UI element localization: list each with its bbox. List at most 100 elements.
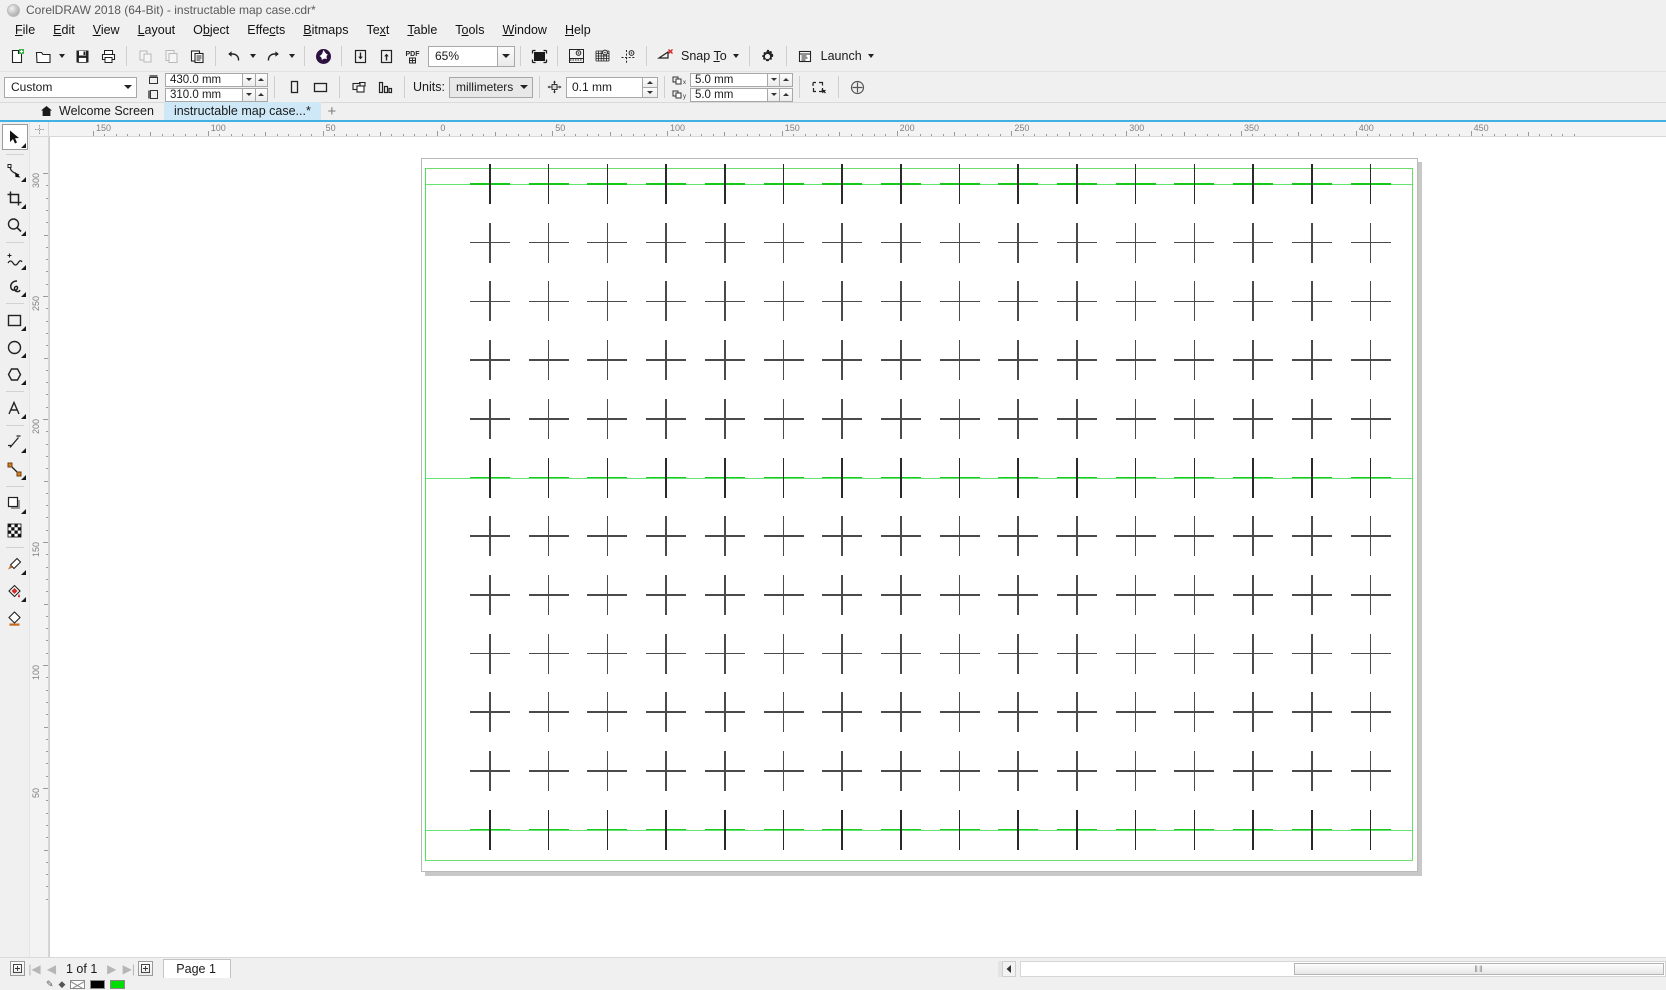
registration-cross[interactable]: [822, 457, 863, 498]
go-to-previous-page-button[interactable]: ◀: [44, 961, 59, 976]
chevron-down-icon[interactable]: [516, 78, 532, 97]
portrait-orientation-button[interactable]: [282, 75, 306, 99]
registration-cross[interactable]: [763, 281, 804, 322]
registration-cross[interactable]: [528, 164, 569, 204]
scroll-left-button[interactable]: [1002, 960, 1016, 977]
registration-cross[interactable]: [763, 457, 804, 498]
zoom-tool[interactable]: [2, 212, 28, 238]
registration-cross[interactable]: [1115, 281, 1156, 322]
menu-window[interactable]: Window: [493, 21, 555, 40]
registration-cross[interactable]: [1291, 340, 1332, 381]
registration-cross[interactable]: [1350, 340, 1391, 381]
fill-color-swatch-green[interactable]: [110, 980, 126, 989]
registration-cross[interactable]: [704, 457, 745, 498]
crop-tool[interactable]: [2, 185, 28, 211]
page-preset-combo[interactable]: Custom: [4, 76, 137, 98]
menu-edit[interactable]: Edit: [44, 21, 84, 40]
ruler-origin-button[interactable]: [30, 122, 49, 137]
launch-button[interactable]: [793, 44, 817, 68]
go-to-first-page-button[interactable]: |◀: [27, 961, 42, 976]
open-document-button[interactable]: [31, 44, 55, 68]
registration-cross[interactable]: [822, 516, 863, 557]
launch-label[interactable]: Launch: [818, 49, 866, 63]
registration-cross[interactable]: [880, 809, 921, 850]
registration-cross[interactable]: [587, 809, 628, 850]
registration-cross[interactable]: [470, 222, 510, 263]
registration-cross[interactable]: [1174, 633, 1215, 674]
registration-cross[interactable]: [528, 398, 569, 439]
menu-effects[interactable]: Effects: [238, 21, 294, 40]
open-document-dropdown-arrow[interactable]: [56, 44, 67, 68]
go-to-next-page-button[interactable]: ▶: [104, 961, 119, 976]
registration-cross[interactable]: [1291, 751, 1332, 791]
registration-cross[interactable]: [1291, 398, 1332, 439]
registration-cross[interactable]: [939, 457, 980, 498]
all-pages-button[interactable]: [347, 75, 371, 99]
registration-cross[interactable]: [704, 809, 745, 850]
menu-view[interactable]: View: [84, 21, 129, 40]
registration-cross[interactable]: [646, 516, 687, 557]
show-rulers-button[interactable]: [564, 44, 588, 68]
import-button[interactable]: [348, 44, 372, 68]
registration-cross[interactable]: [528, 809, 569, 850]
registration-cross[interactable]: [939, 222, 980, 263]
freehand-tool[interactable]: [2, 246, 28, 272]
flyout-arrow-icon[interactable]: [20, 414, 26, 419]
units-combo[interactable]: millimeters: [448, 76, 533, 98]
registration-cross[interactable]: [763, 633, 804, 674]
registration-cross[interactable]: [1350, 398, 1391, 439]
undo-button[interactable]: [222, 44, 246, 68]
registration-cross[interactable]: [1233, 222, 1274, 263]
flyout-arrow-icon[interactable]: [20, 204, 26, 209]
go-to-last-page-button[interactable]: ▶|: [121, 961, 136, 976]
registration-cross[interactable]: [1174, 222, 1215, 263]
registration-cross[interactable]: [1291, 574, 1332, 615]
registration-cross[interactable]: [1291, 692, 1332, 733]
registration-cross[interactable]: [1350, 516, 1391, 557]
registration-cross[interactable]: [528, 457, 569, 498]
registration-cross[interactable]: [1233, 809, 1274, 850]
registration-cross[interactable]: [763, 398, 804, 439]
registration-cross[interactable]: [1115, 809, 1156, 850]
registration-cross[interactable]: [587, 281, 628, 322]
registration-cross[interactable]: [1057, 692, 1097, 733]
registration-cross[interactable]: [939, 633, 980, 674]
registration-cross[interactable]: [1350, 222, 1391, 263]
nudge-distance-input[interactable]: 0.1 mm: [565, 76, 643, 98]
flyout-arrow-icon[interactable]: [20, 353, 26, 358]
straight-line-connector-tool[interactable]: [2, 456, 28, 482]
interactive-fill-tool[interactable]: [2, 578, 28, 604]
flyout-arrow-icon[interactable]: [20, 326, 26, 331]
registration-cross[interactable]: [1233, 340, 1274, 381]
zoom-level-input[interactable]: 65%: [428, 45, 498, 67]
flyout-arrow-icon[interactable]: [20, 570, 26, 575]
registration-cross[interactable]: [1350, 457, 1391, 498]
registration-cross[interactable]: [1057, 281, 1097, 322]
registration-cross[interactable]: [1174, 809, 1215, 850]
nudge-increment[interactable]: [642, 76, 658, 87]
transparency-tool[interactable]: [2, 517, 28, 543]
registration-cross[interactable]: [587, 574, 628, 615]
insert-page-after-button[interactable]: [138, 961, 154, 976]
export-button[interactable]: [374, 44, 398, 68]
current-page-only-button[interactable]: [373, 75, 397, 99]
registration-cross[interactable]: [646, 574, 687, 615]
registration-cross[interactable]: [939, 340, 980, 381]
horizontal-scrollbar-thumb[interactable]: ‖‖: [1294, 962, 1664, 975]
registration-cross[interactable]: [1057, 516, 1097, 557]
registration-cross[interactable]: [1233, 398, 1274, 439]
registration-cross[interactable]: [646, 164, 687, 204]
registration-cross[interactable]: [646, 222, 687, 263]
registration-cross[interactable]: [939, 574, 980, 615]
menu-object[interactable]: Object: [184, 21, 238, 40]
registration-cross[interactable]: [1174, 751, 1215, 791]
registration-cross[interactable]: [1233, 281, 1274, 322]
nudge-decrement[interactable]: [642, 86, 658, 98]
registration-cross[interactable]: [704, 751, 745, 791]
insert-page-before-button[interactable]: [10, 961, 25, 976]
show-guidelines-button[interactable]: [616, 44, 640, 68]
chevron-down-icon[interactable]: [120, 78, 136, 97]
registration-cross[interactable]: [1057, 574, 1097, 615]
shape-tool[interactable]: [2, 158, 28, 184]
registration-cross[interactable]: [1174, 457, 1215, 498]
